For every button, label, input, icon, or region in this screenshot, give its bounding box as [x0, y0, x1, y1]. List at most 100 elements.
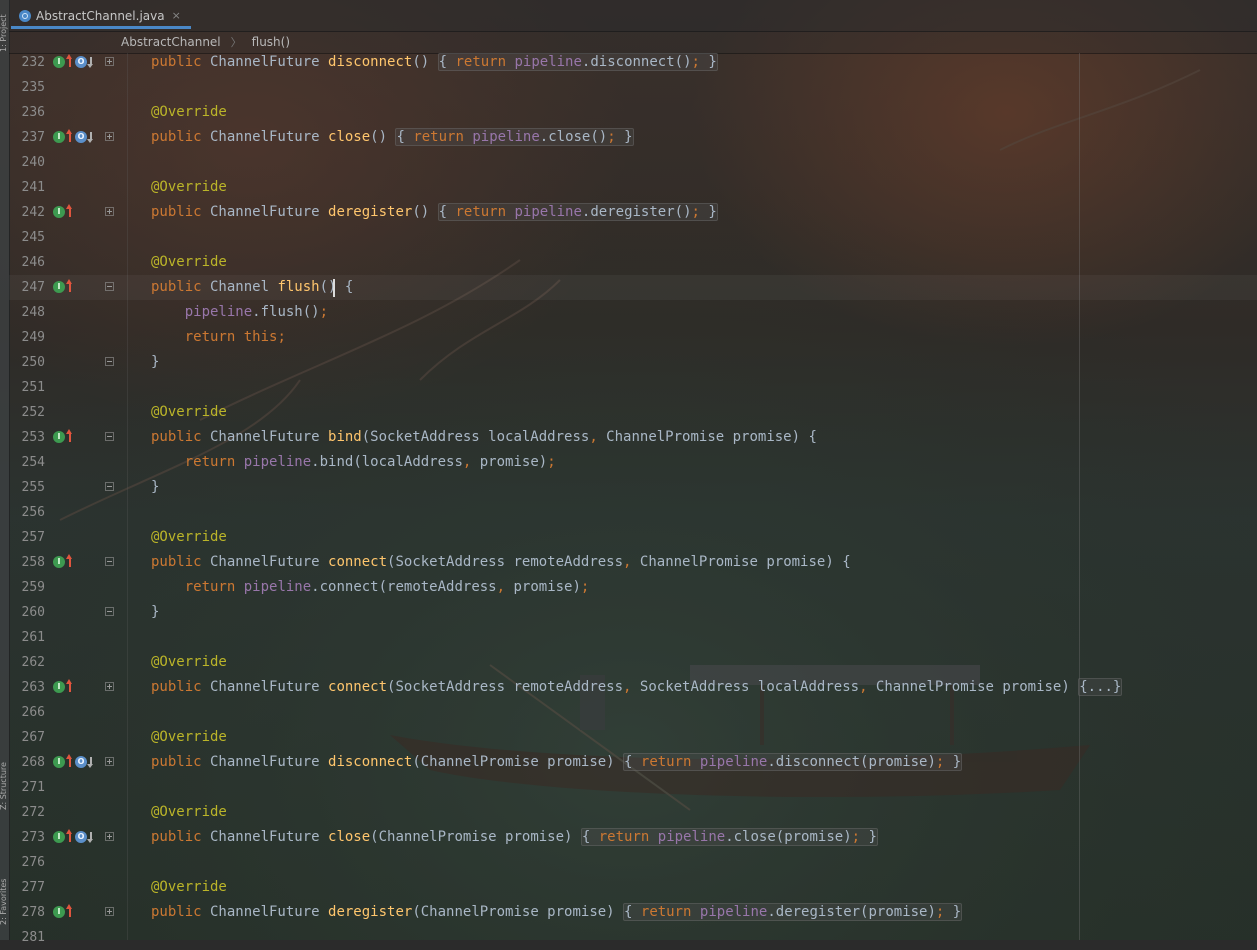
code-text[interactable]: public ChannelFuture close() { return pi…: [151, 125, 634, 150]
go-to-implementation-arrow-icon[interactable]: [87, 757, 93, 769]
code-line[interactable]: 253 Ipublic ChannelFuture bind(SocketAddr…: [9, 425, 1257, 450]
overridden-method-icon[interactable]: O: [75, 56, 87, 68]
fold-end-icon[interactable]: [105, 482, 114, 491]
implements-method-icon[interactable]: I: [53, 131, 65, 143]
code-line[interactable]: 248 pipeline.flush();: [9, 300, 1257, 325]
favorites-tool-tab[interactable]: 2: Favorites: [0, 845, 9, 925]
code-line[interactable]: 259 return pipeline.connect(remoteAddres…: [9, 575, 1257, 600]
go-to-super-method-arrow-icon[interactable]: [66, 754, 73, 767]
folded-code-region[interactable]: {...}: [1078, 678, 1123, 696]
fold-end-icon[interactable]: [105, 607, 114, 616]
code-text[interactable]: @Override: [151, 875, 227, 900]
code-text[interactable]: public ChannelFuture connect(SocketAddre…: [151, 550, 851, 575]
code-line[interactable]: 250}: [9, 350, 1257, 375]
code-text[interactable]: return this;: [151, 325, 286, 350]
code-text[interactable]: public Channel flush() {: [151, 275, 353, 300]
code-line[interactable]: 236 @Override: [9, 100, 1257, 125]
code-line[interactable]: 271: [9, 775, 1257, 800]
folded-code-region[interactable]: { return pipeline.disconnect(promise); }: [623, 753, 963, 771]
implements-method-icon[interactable]: I: [53, 831, 65, 843]
go-to-implementation-arrow-icon[interactable]: [87, 832, 93, 844]
code-line[interactable]: 246 @Override: [9, 250, 1257, 275]
folded-code-region[interactable]: { return pipeline.close(); }: [395, 128, 634, 146]
code-text[interactable]: public ChannelFuture bind(SocketAddress …: [151, 425, 817, 450]
overridden-method-icon[interactable]: O: [75, 131, 87, 143]
go-to-super-method-arrow-icon[interactable]: [66, 679, 73, 692]
fold-expand-icon[interactable]: [105, 832, 114, 841]
go-to-super-method-arrow-icon[interactable]: [66, 129, 73, 142]
code-line[interactable]: 266: [9, 700, 1257, 725]
code-line[interactable]: 272 @Override: [9, 800, 1257, 825]
code-text[interactable]: return pipeline.connect(remoteAddress, p…: [151, 575, 590, 600]
code-text[interactable]: @Override: [151, 650, 227, 675]
code-line[interactable]: 268 I Opublic ChannelFuture disconnect(Cha…: [9, 750, 1257, 775]
go-to-implementation-arrow-icon[interactable]: [87, 57, 93, 69]
code-line[interactable]: 273 I Opublic ChannelFuture close(ChannelP…: [9, 825, 1257, 850]
code-line[interactable]: 249 return this;: [9, 325, 1257, 350]
code-text[interactable]: @Override: [151, 175, 227, 200]
folded-code-region[interactable]: { return pipeline.deregister(promise); }: [623, 903, 963, 921]
code-text[interactable]: public ChannelFuture close(ChannelPromis…: [151, 825, 878, 850]
code-line[interactable]: 237 I Opublic ChannelFuture close() { retu…: [9, 125, 1257, 150]
implements-method-icon[interactable]: I: [53, 431, 65, 443]
go-to-super-method-arrow-icon[interactable]: [66, 904, 73, 917]
breadcrumb-method[interactable]: flush(): [250, 35, 292, 49]
code-line[interactable]: 252 @Override: [9, 400, 1257, 425]
go-to-implementation-arrow-icon[interactable]: [87, 132, 93, 144]
implements-method-icon[interactable]: I: [53, 681, 65, 693]
code-line[interactable]: 263 Ipublic ChannelFuture connect(SocketA…: [9, 675, 1257, 700]
folded-code-region[interactable]: { return pipeline.disconnect(); }: [437, 53, 718, 71]
go-to-super-method-arrow-icon[interactable]: [66, 54, 73, 67]
code-line[interactable]: 242 Ipublic ChannelFuture deregister() { …: [9, 200, 1257, 225]
breadcrumb-class[interactable]: AbstractChannel: [119, 35, 223, 49]
fold-end-icon[interactable]: [105, 357, 114, 366]
implements-method-icon[interactable]: I: [53, 281, 65, 293]
implements-method-icon[interactable]: I: [53, 556, 65, 568]
fold-expand-icon[interactable]: [105, 682, 114, 691]
code-text[interactable]: @Override: [151, 100, 227, 125]
folded-code-region[interactable]: { return pipeline.deregister(); }: [437, 203, 718, 221]
code-text[interactable]: public ChannelFuture deregister() { retu…: [151, 200, 718, 225]
code-line[interactable]: 262 @Override: [9, 650, 1257, 675]
code-text[interactable]: @Override: [151, 400, 227, 425]
code-line[interactable]: 256: [9, 500, 1257, 525]
fold-expand-icon[interactable]: [105, 757, 114, 766]
fold-collapse-icon[interactable]: [105, 557, 114, 566]
code-text[interactable]: }: [151, 475, 159, 500]
overridden-method-icon[interactable]: O: [75, 831, 87, 843]
close-tab-icon[interactable]: ×: [172, 9, 181, 22]
fold-expand-icon[interactable]: [105, 207, 114, 216]
code-line[interactable]: 278 Ipublic ChannelFuture deregister(Chan…: [9, 900, 1257, 925]
tab-abstract-channel-java[interactable]: AbstractChannel.java ×: [11, 5, 191, 29]
implements-method-icon[interactable]: I: [53, 906, 65, 918]
fold-expand-icon[interactable]: [105, 57, 114, 66]
folded-code-region[interactable]: { return pipeline.close(promise); }: [580, 828, 878, 846]
code-text[interactable]: pipeline.flush();: [151, 300, 328, 325]
code-text[interactable]: public ChannelFuture deregister(ChannelP…: [151, 900, 963, 925]
code-line[interactable]: 257 @Override: [9, 525, 1257, 550]
code-line[interactable]: 232 I Opublic ChannelFuture disconnect() {…: [9, 50, 1257, 75]
fold-expand-icon[interactable]: [105, 132, 114, 141]
code-text[interactable]: }: [151, 350, 159, 375]
code-text[interactable]: return pipeline.bind(localAddress, promi…: [151, 450, 556, 475]
fold-collapse-icon[interactable]: [105, 432, 114, 441]
fold-expand-icon[interactable]: [105, 907, 114, 916]
code-line[interactable]: 260}: [9, 600, 1257, 625]
code-line[interactable]: 245: [9, 225, 1257, 250]
go-to-super-method-arrow-icon[interactable]: [66, 429, 73, 442]
code-line[interactable]: 241 @Override: [9, 175, 1257, 200]
go-to-super-method-arrow-icon[interactable]: [66, 554, 73, 567]
code-editor[interactable]: 232 I Opublic ChannelFuture disconnect() {…: [9, 50, 1257, 945]
code-line[interactable]: 261: [9, 625, 1257, 650]
fold-collapse-icon[interactable]: [105, 282, 114, 291]
code-text[interactable]: @Override: [151, 525, 227, 550]
code-line[interactable]: 247 Ipublic Channel flush() {: [9, 275, 1257, 300]
implements-method-icon[interactable]: I: [53, 56, 65, 68]
project-tool-tab[interactable]: 1: Project: [0, 2, 9, 52]
overridden-method-icon[interactable]: O: [75, 756, 87, 768]
code-text[interactable]: @Override: [151, 250, 227, 275]
code-text[interactable]: public ChannelFuture disconnect() { retu…: [151, 50, 718, 75]
code-line[interactable]: 240: [9, 150, 1257, 175]
code-text[interactable]: @Override: [151, 725, 227, 750]
code-line[interactable]: 276: [9, 850, 1257, 875]
